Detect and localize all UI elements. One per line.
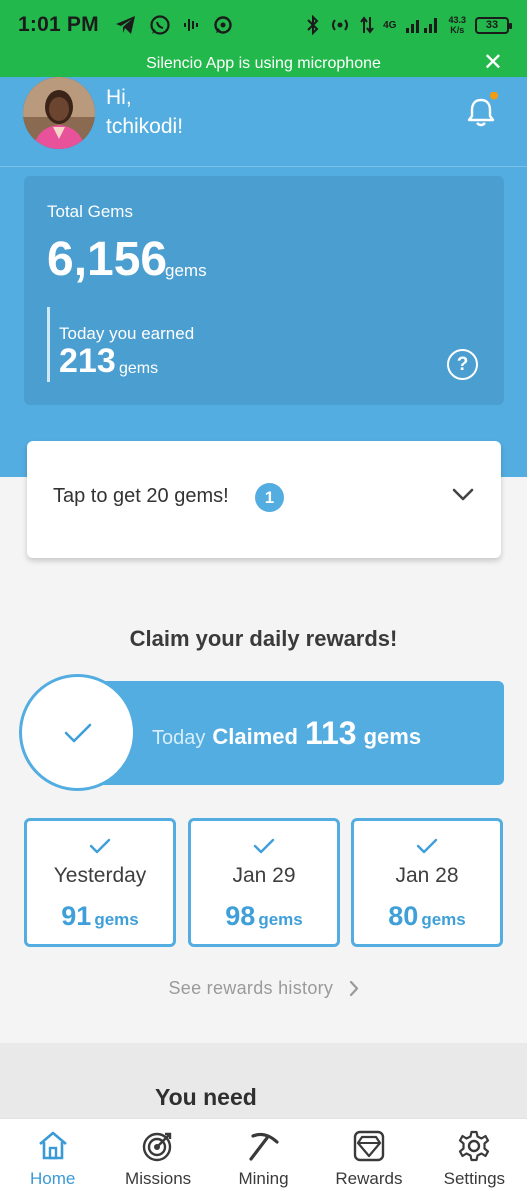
total-gems-card: Total Gems 6,156 gems Today you earned 2… bbox=[24, 176, 504, 405]
hotspot-icon bbox=[332, 19, 349, 31]
chevron-right-icon bbox=[349, 981, 358, 996]
rewards-history-link[interactable]: See rewards history bbox=[0, 978, 527, 999]
notification-icons bbox=[115, 14, 233, 36]
bottom-navigation: Home Missions Mining Rewards Settings bbox=[0, 1118, 527, 1200]
nav-label: Mining bbox=[238, 1169, 289, 1188]
data-arrows-icon bbox=[360, 16, 374, 34]
today-earned-label: Today you earned bbox=[59, 324, 195, 343]
signal-icon bbox=[406, 18, 438, 33]
microphone-banner[interactable]: Silencio App is using microphone ✕ bbox=[0, 50, 527, 77]
check-icon bbox=[253, 838, 275, 854]
today-claim-circle[interactable] bbox=[19, 674, 136, 791]
greeting: Hi, tchikodi! bbox=[106, 83, 183, 141]
day-value: 91 gems bbox=[61, 901, 139, 931]
tap-gems-text: Tap to get 20 gems! bbox=[53, 485, 229, 507]
avatar-image bbox=[23, 77, 95, 149]
nav-item-settings[interactable]: Settings bbox=[422, 1119, 527, 1200]
microphone-banner-text: Silencio App is using microphone bbox=[146, 54, 381, 72]
daily-rewards-title: Claim your daily rewards! bbox=[129, 626, 398, 651]
day-label: Jan 28 bbox=[395, 864, 459, 887]
nav-label: Home bbox=[30, 1169, 76, 1188]
tap-gems-badge: 1 bbox=[255, 483, 284, 512]
telegram-icon bbox=[115, 16, 135, 34]
check-icon bbox=[64, 723, 91, 742]
day-value: 80 gems bbox=[388, 901, 466, 931]
tap-gems-card[interactable]: Tap to get 20 gems! 1 bbox=[27, 441, 501, 558]
notification-bell-icon[interactable] bbox=[462, 92, 500, 130]
header-divider bbox=[0, 166, 527, 167]
target-icon bbox=[142, 1132, 172, 1162]
rewards-history-label: See rewards history bbox=[168, 978, 334, 998]
nav-label: Settings bbox=[443, 1169, 506, 1188]
notification-dot bbox=[490, 92, 498, 100]
bluetooth-icon bbox=[307, 15, 319, 35]
network-speed: 43.3 K/s bbox=[448, 15, 466, 35]
battery-indicator: 33 bbox=[475, 16, 512, 34]
status-bar: 1:01 PM 4G 43.3 K/s 33 bbox=[0, 0, 527, 50]
day-value: 98 gems bbox=[225, 901, 303, 931]
greeting-hi: Hi, bbox=[106, 86, 132, 109]
claim-today-label: Today bbox=[152, 727, 206, 749]
system-icons: 4G 43.3 K/s 33 bbox=[306, 15, 512, 35]
chevron-down-icon[interactable] bbox=[452, 488, 474, 502]
audio-icon bbox=[183, 19, 198, 31]
total-gems-value: 6,156 bbox=[47, 233, 168, 286]
total-gems-label: Total Gems bbox=[47, 202, 133, 221]
home-icon bbox=[38, 1131, 67, 1160]
status-time: 1:01 PM bbox=[18, 13, 99, 36]
nav-item-mining[interactable]: Mining bbox=[211, 1119, 316, 1200]
chat-icon bbox=[214, 16, 232, 34]
today-earned-value: 213 bbox=[59, 342, 116, 380]
today-accent-bar bbox=[47, 307, 50, 382]
requirements-section bbox=[0, 1043, 527, 1123]
greeting-username: tchikodi! bbox=[106, 115, 184, 138]
day-label: Jan 29 bbox=[232, 864, 296, 887]
day-box-jan-28: Jan 28 80 gems bbox=[351, 818, 503, 947]
whatsapp-icon bbox=[150, 15, 170, 35]
today-claim-bar: Today Claimed 113 gems bbox=[90, 681, 504, 785]
nav-label: Rewards bbox=[335, 1169, 403, 1188]
total-gems-unit: gems bbox=[165, 261, 207, 280]
avatar[interactable] bbox=[23, 77, 95, 149]
day-label: Yesterday bbox=[53, 864, 147, 887]
you-need-heading: You need bbox=[155, 1084, 257, 1110]
check-icon bbox=[89, 838, 111, 854]
nav-item-home[interactable]: Home bbox=[0, 1119, 105, 1200]
today-claim-text: Today Claimed 113 gems bbox=[152, 715, 421, 752]
day-box-jan-29: Jan 29 98 gems bbox=[188, 818, 340, 947]
gem-icon bbox=[353, 1130, 385, 1162]
today-earned-unit: gems bbox=[119, 360, 159, 377]
claim-value: 113 bbox=[304, 715, 357, 751]
claim-claimed-label: Claimed bbox=[212, 724, 298, 749]
nav-label: Missions bbox=[125, 1169, 192, 1188]
check-icon bbox=[416, 838, 438, 854]
network-type: 4G bbox=[383, 19, 397, 31]
close-icon[interactable]: ✕ bbox=[483, 51, 503, 75]
gear-icon bbox=[459, 1130, 490, 1162]
help-icon[interactable]: ? bbox=[447, 349, 478, 380]
nav-item-rewards[interactable]: Rewards bbox=[316, 1119, 421, 1200]
day-box-yesterday: Yesterday 91 gems bbox=[24, 818, 176, 947]
pickaxe-icon bbox=[248, 1132, 279, 1161]
claim-unit: gems bbox=[363, 724, 422, 749]
nav-item-missions[interactable]: Missions bbox=[105, 1119, 210, 1200]
